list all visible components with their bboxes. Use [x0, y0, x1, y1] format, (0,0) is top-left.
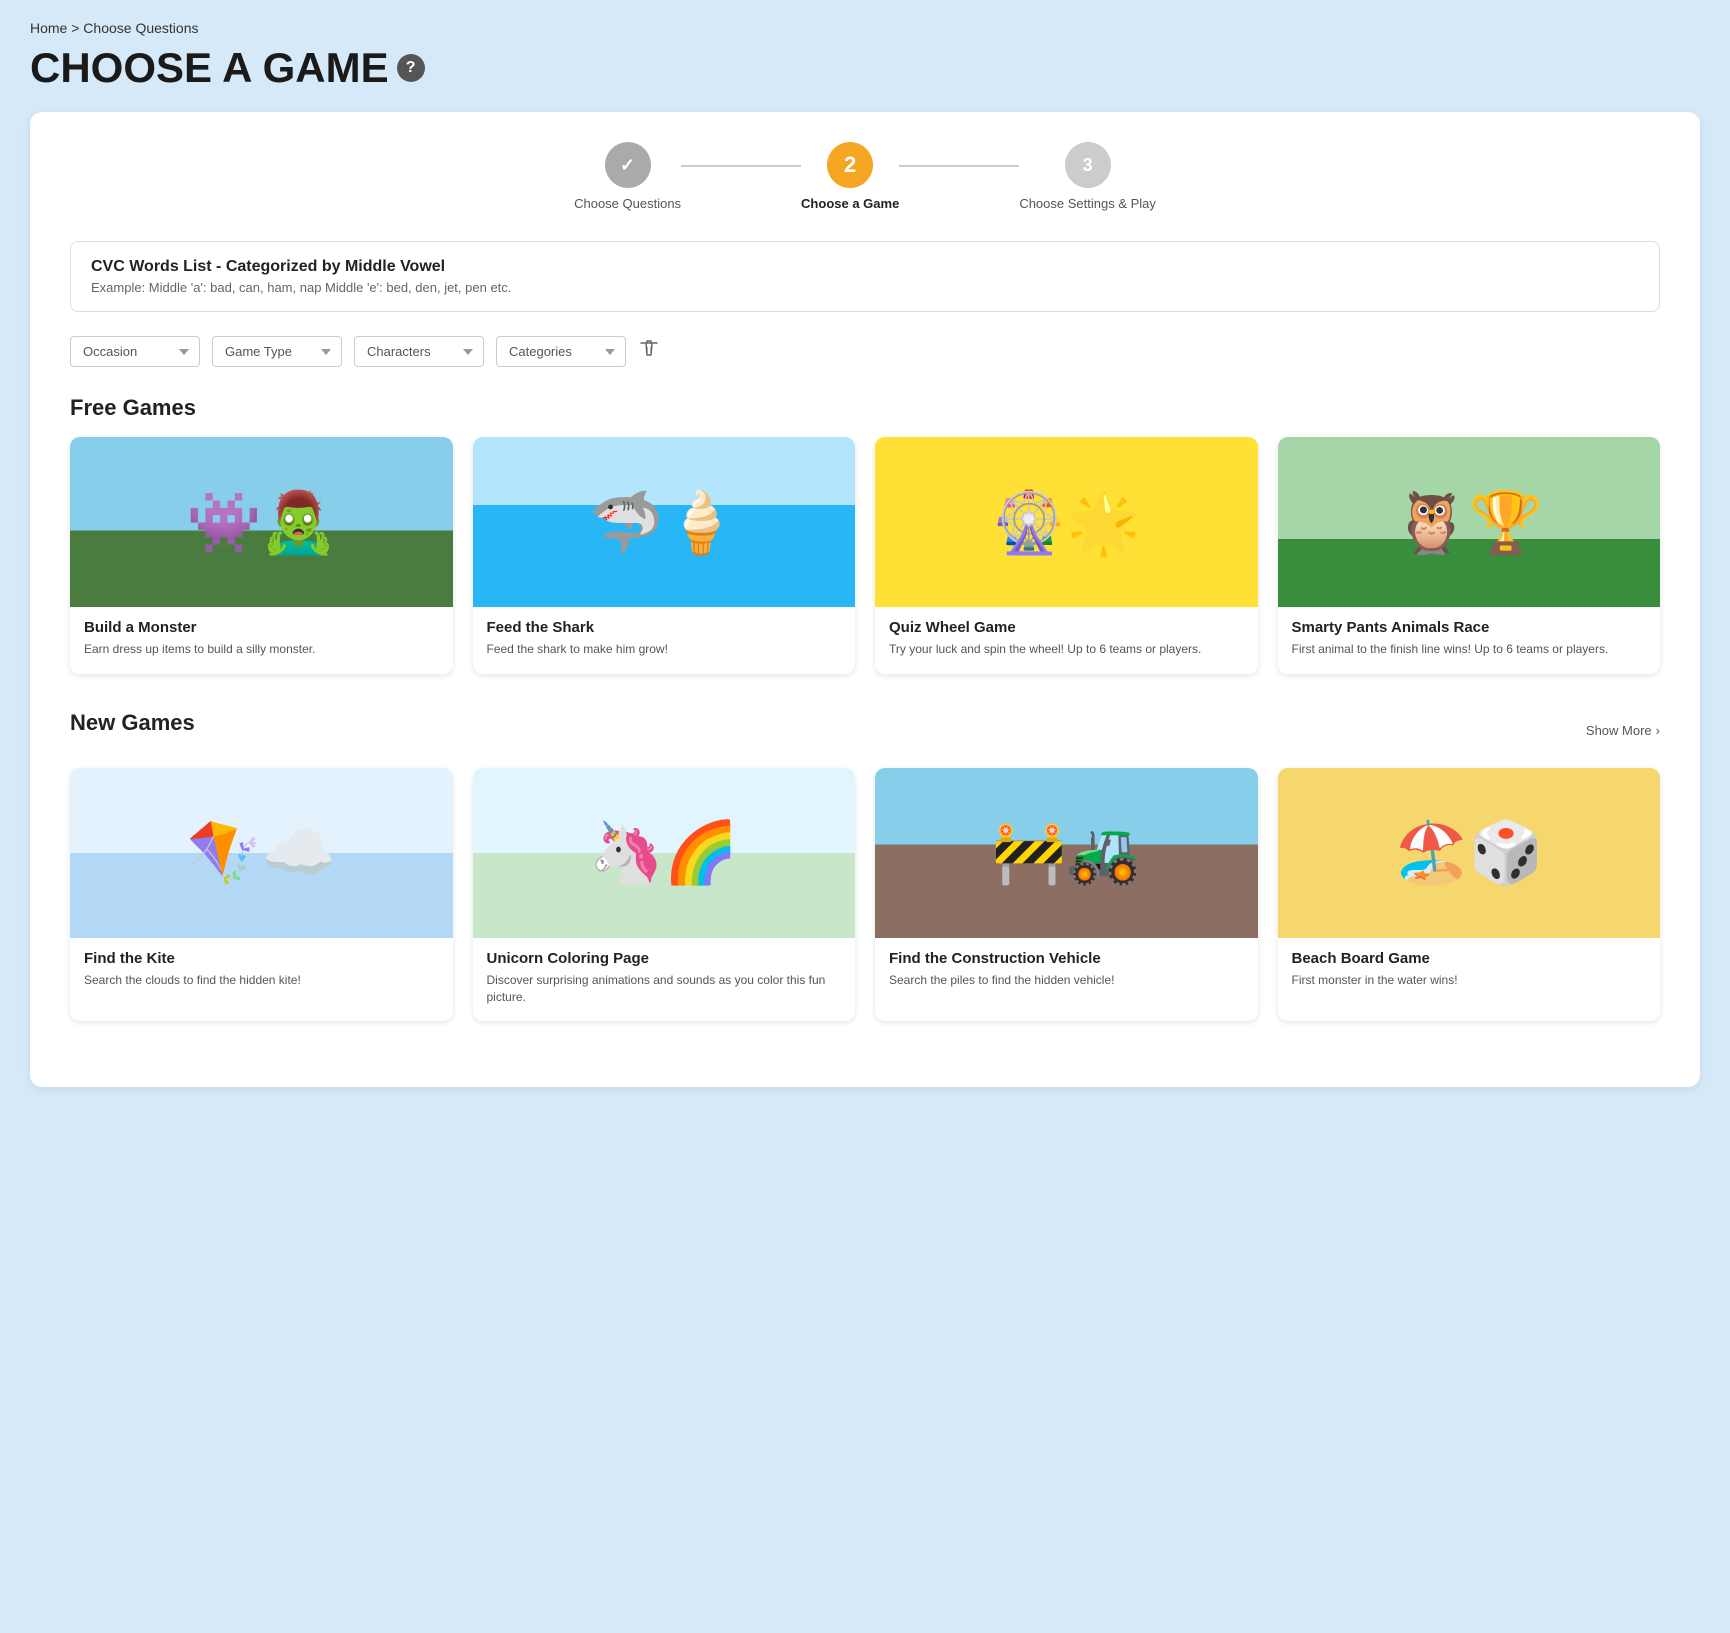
new-games-section-header: New Games Show More › — [70, 710, 1660, 752]
game-desc: Discover surprising animations and sound… — [487, 972, 842, 1006]
game-desc: Feed the shark to make him grow! — [487, 641, 842, 658]
game-name: Find the Construction Vehicle — [889, 950, 1244, 967]
show-more-button[interactable]: Show More › — [1586, 723, 1660, 738]
main-card: ✓ Choose Questions 2 Choose a Game 3 Cho… — [30, 112, 1700, 1087]
game-name: Build a Monster — [84, 619, 439, 636]
free-games-grid: 👾🧟‍♂️Build a MonsterEarn dress up items … — [70, 437, 1660, 674]
step-3-circle: 3 — [1065, 142, 1111, 188]
clear-filter-button[interactable] — [638, 338, 660, 365]
game-card[interactable]: 🦈🍦Feed the SharkFeed the shark to make h… — [473, 437, 856, 674]
step-2-circle: 2 — [827, 142, 873, 188]
breadcrumb: Home > Choose Questions — [30, 20, 1700, 36]
categories-filter[interactable]: Categories — [496, 336, 626, 367]
step-2-label: Choose a Game — [801, 196, 899, 211]
page-title: CHOOSE A GAME ? — [30, 44, 1700, 92]
game-card[interactable]: 🦄🌈Unicorn Coloring PageDiscover surprisi… — [473, 768, 856, 1022]
game-name: Quiz Wheel Game — [889, 619, 1244, 636]
game-card[interactable]: 🎡🌟Quiz Wheel GameTry your luck and spin … — [875, 437, 1258, 674]
game-desc: Search the piles to find the hidden vehi… — [889, 972, 1244, 989]
game-type-filter[interactable]: Game Type — [212, 336, 342, 367]
game-card[interactable]: 👾🧟‍♂️Build a MonsterEarn dress up items … — [70, 437, 453, 674]
occasion-filter[interactable]: Occasion — [70, 336, 200, 367]
wordlist-box: CVC Words List - Categorized by Middle V… — [70, 241, 1660, 312]
new-games-heading: New Games — [70, 710, 195, 736]
step-1-circle: ✓ — [605, 142, 651, 188]
stepper: ✓ Choose Questions 2 Choose a Game 3 Cho… — [70, 142, 1660, 211]
help-icon[interactable]: ? — [397, 54, 425, 82]
game-name: Feed the Shark — [487, 619, 842, 636]
characters-filter[interactable]: Characters — [354, 336, 484, 367]
step-1-label: Choose Questions — [574, 196, 681, 211]
game-desc: Earn dress up items to build a silly mon… — [84, 641, 439, 658]
step-3[interactable]: 3 Choose Settings & Play — [1019, 142, 1156, 211]
chevron-right-icon: › — [1656, 723, 1660, 738]
wordlist-title: CVC Words List - Categorized by Middle V… — [91, 258, 1639, 276]
step-line-2 — [899, 165, 1019, 167]
game-desc: Search the clouds to find the hidden kit… — [84, 972, 439, 989]
game-card[interactable]: 🪁☁️Find the KiteSearch the clouds to fin… — [70, 768, 453, 1022]
free-games-heading: Free Games — [70, 395, 1660, 421]
game-card[interactable]: 🏖️🎲Beach Board GameFirst monster in the … — [1278, 768, 1661, 1022]
game-name: Unicorn Coloring Page — [487, 950, 842, 967]
step-line-1 — [681, 165, 801, 167]
game-desc: First animal to the finish line wins! Up… — [1292, 641, 1647, 658]
game-desc: First monster in the water wins! — [1292, 972, 1647, 989]
game-card[interactable]: 🦉🏆Smarty Pants Animals RaceFirst animal … — [1278, 437, 1661, 674]
game-card[interactable]: 🚧🚜Find the Construction VehicleSearch th… — [875, 768, 1258, 1022]
filters-bar: Occasion Game Type Characters Categories — [70, 336, 1660, 367]
step-3-label: Choose Settings & Play — [1019, 196, 1156, 211]
wordlist-desc: Example: Middle 'a': bad, can, ham, nap … — [91, 280, 1639, 295]
game-name: Find the Kite — [84, 950, 439, 967]
game-name: Smarty Pants Animals Race — [1292, 619, 1647, 636]
step-1[interactable]: ✓ Choose Questions — [574, 142, 681, 211]
game-name: Beach Board Game — [1292, 950, 1647, 967]
game-desc: Try your luck and spin the wheel! Up to … — [889, 641, 1244, 658]
new-games-grid: 🪁☁️Find the KiteSearch the clouds to fin… — [70, 768, 1660, 1022]
step-2[interactable]: 2 Choose a Game — [801, 142, 899, 211]
